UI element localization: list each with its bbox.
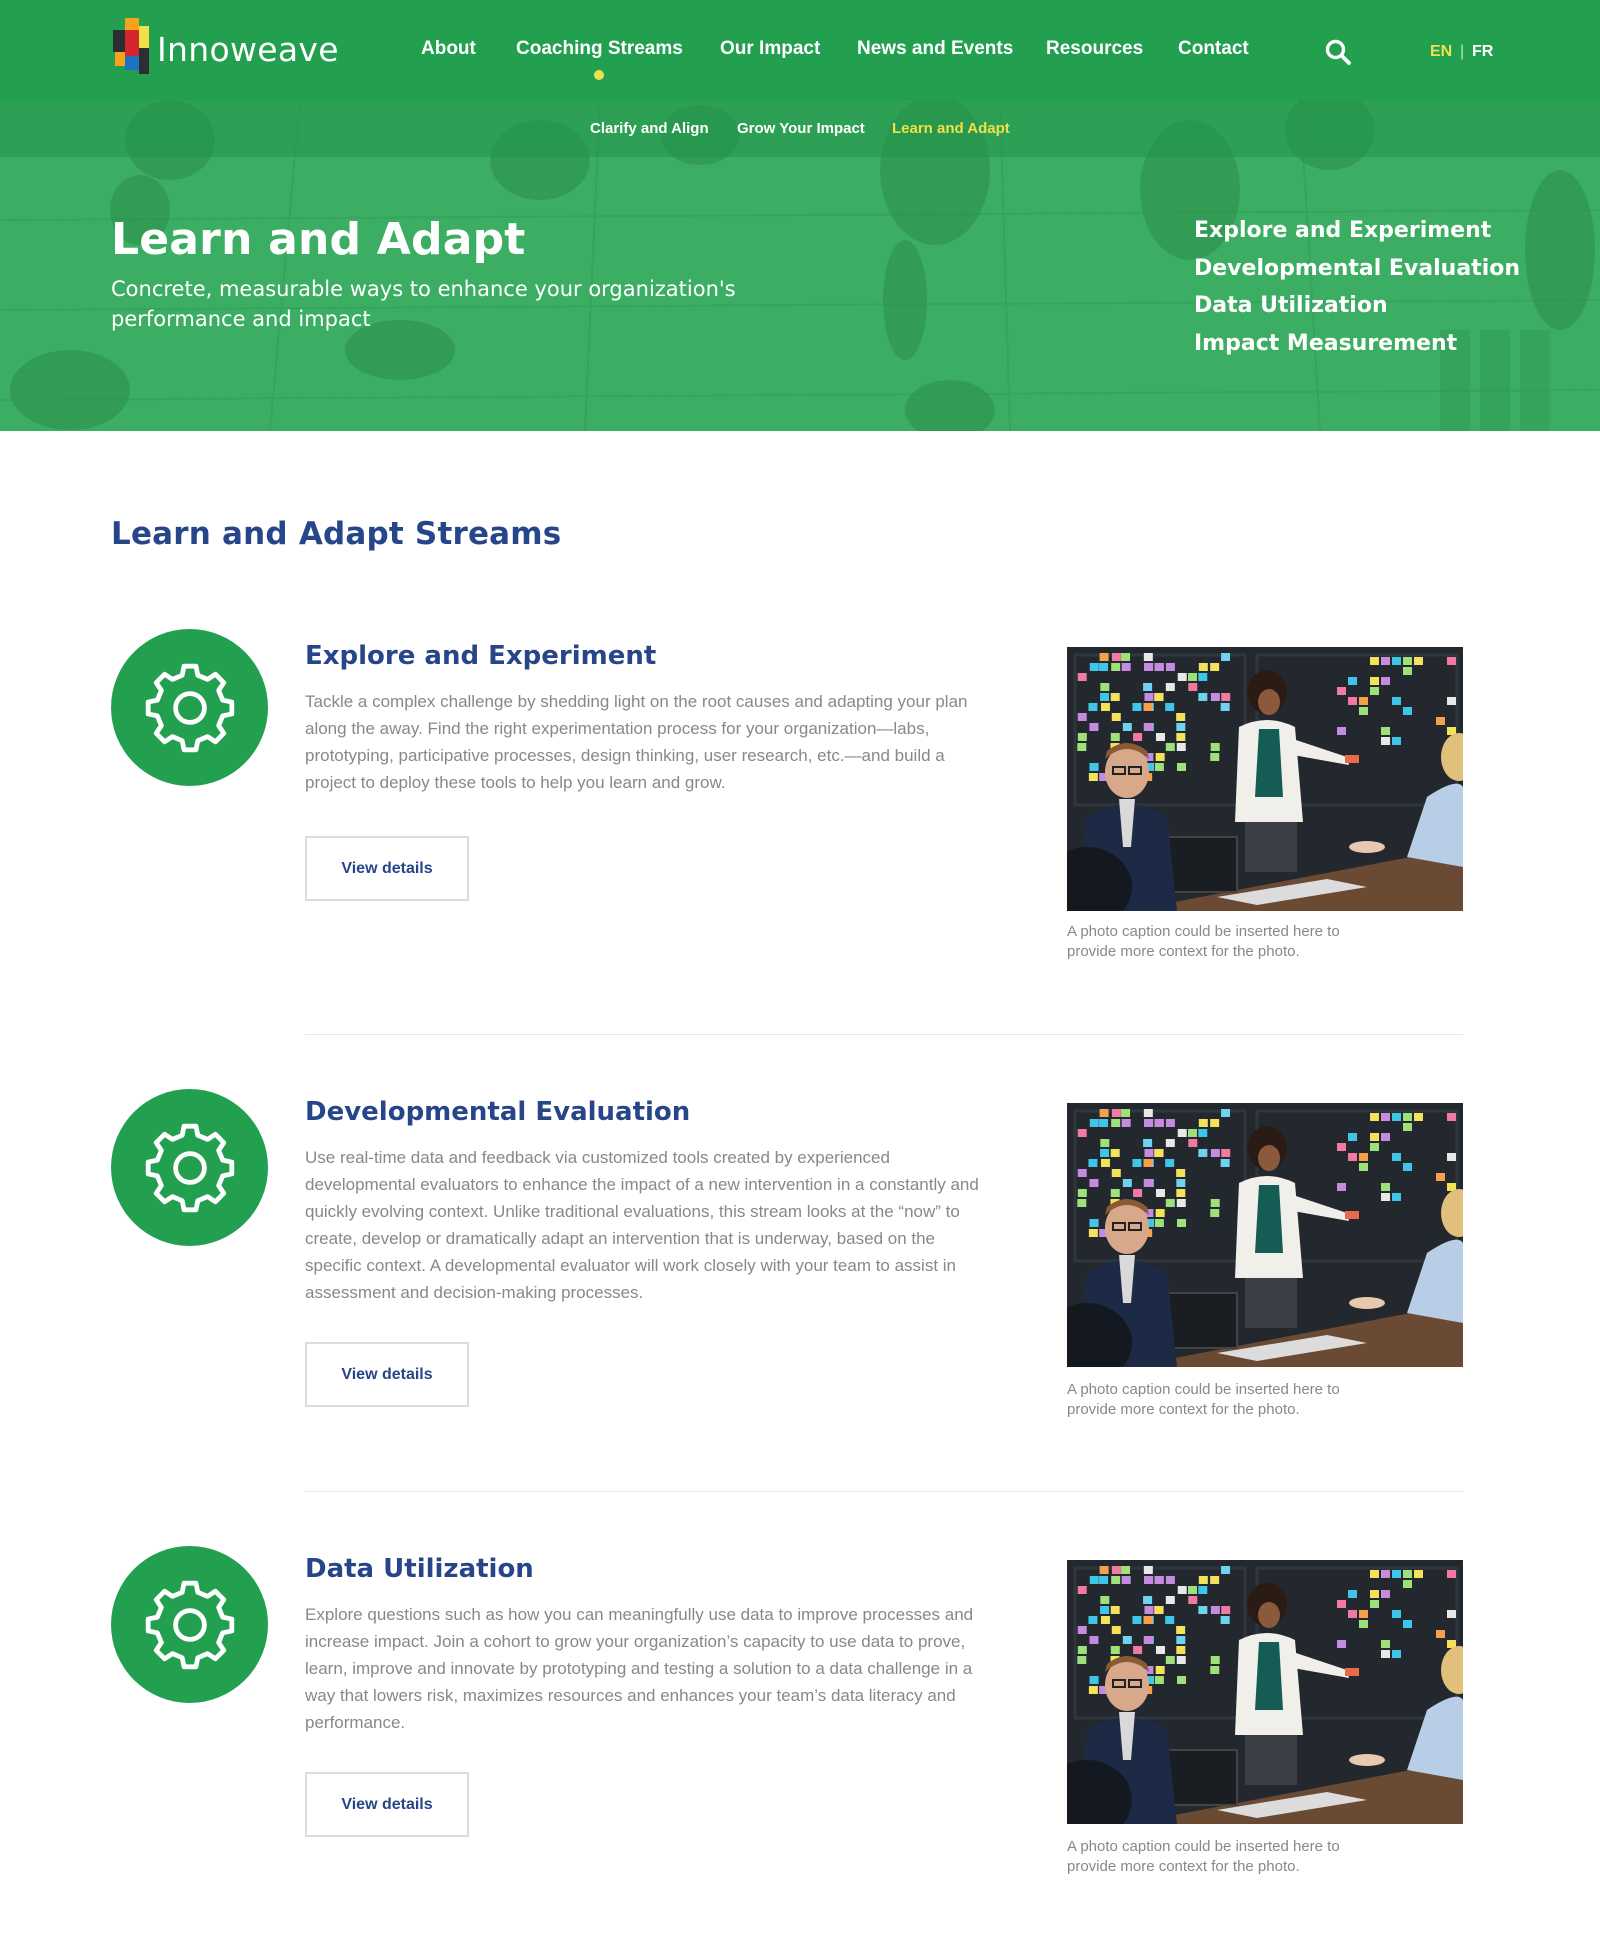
sub-navigation: Clarify and Align Grow Your Impact Learn…: [0, 100, 1600, 157]
section-divider: [305, 1034, 1463, 1035]
stream-photo: [1067, 647, 1463, 911]
photo-caption: A photo caption could be inserted here t…: [1067, 923, 1340, 960]
gear-icon: [145, 1580, 234, 1669]
nav-item-our-impact[interactable]: Our Impact: [720, 38, 820, 60]
subnav-item-clarify-and-align[interactable]: Clarify and Align: [590, 120, 709, 137]
nav-item-news-and-events[interactable]: News and Events: [857, 38, 1013, 60]
meeting-photo-image: [1067, 647, 1463, 911]
hero-quick-links: Explore and Experiment Developmental Eva…: [1194, 212, 1554, 362]
language-fr[interactable]: FR: [1472, 43, 1493, 61]
stream-photo: [1067, 1103, 1463, 1367]
stream-description: Explore questions such as how you can me…: [305, 1605, 974, 1732]
nav-item-contact[interactable]: Contact: [1178, 38, 1249, 60]
nav-item-resources[interactable]: Resources: [1046, 38, 1143, 60]
nav-item-coaching-streams[interactable]: Coaching Streams: [516, 38, 683, 60]
main-nav: About Coaching Streams Our Impact News a…: [0, 38, 1600, 68]
top-navigation-bar: Innoweave About Coaching Streams Our Imp…: [0, 0, 1600, 100]
stream-icon-circle: [111, 1546, 268, 1703]
hero-subtitle: Concrete, measurable ways to enhance you…: [111, 277, 736, 331]
stream-icon-circle: [111, 629, 268, 786]
gear-icon: [145, 1123, 234, 1212]
page-title: Learn and Adapt: [111, 214, 526, 265]
hero-link-data-utilization[interactable]: Data Utilization: [1194, 287, 1554, 325]
stream-title: Developmental Evaluation: [305, 1097, 691, 1127]
active-nav-indicator: [594, 70, 604, 80]
photo-caption: A photo caption could be inserted here t…: [1067, 1381, 1340, 1418]
section-title: Learn and Adapt Streams: [111, 516, 562, 552]
stream-photo: [1067, 1560, 1463, 1824]
stream-title: Explore and Experiment: [305, 641, 657, 671]
gear-icon: [145, 663, 234, 752]
language-en[interactable]: EN: [1430, 43, 1452, 61]
stream-title: Data Utilization: [305, 1554, 534, 1584]
hero-link-developmental-evaluation[interactable]: Developmental Evaluation: [1194, 250, 1554, 288]
hero-banner: Clarify and Align Grow Your Impact Learn…: [0, 100, 1600, 431]
search-icon[interactable]: [1324, 38, 1352, 66]
view-details-button[interactable]: View details: [305, 1772, 469, 1837]
section-divider: [305, 1491, 1463, 1492]
meeting-photo-image: [1067, 1103, 1463, 1367]
stream-description: Use real-time data and feedback via cust…: [305, 1148, 979, 1302]
photo-caption: A photo caption could be inserted here t…: [1067, 1838, 1340, 1875]
subnav-item-grow-your-impact[interactable]: Grow Your Impact: [737, 120, 865, 137]
meeting-photo-image: [1067, 1560, 1463, 1824]
hero-link-impact-measurement[interactable]: Impact Measurement: [1194, 325, 1554, 363]
subnav-item-learn-and-adapt[interactable]: Learn and Adapt: [892, 120, 1010, 137]
stream-description: Tackle a complex challenge by shedding l…: [305, 692, 968, 792]
view-details-button[interactable]: View details: [305, 836, 469, 901]
hero-link-explore-and-experiment[interactable]: Explore and Experiment: [1194, 212, 1554, 250]
stream-icon-circle: [111, 1089, 268, 1246]
nav-item-about[interactable]: About: [421, 38, 476, 60]
language-separator: |: [1460, 43, 1465, 60]
view-details-button[interactable]: View details: [305, 1342, 469, 1407]
